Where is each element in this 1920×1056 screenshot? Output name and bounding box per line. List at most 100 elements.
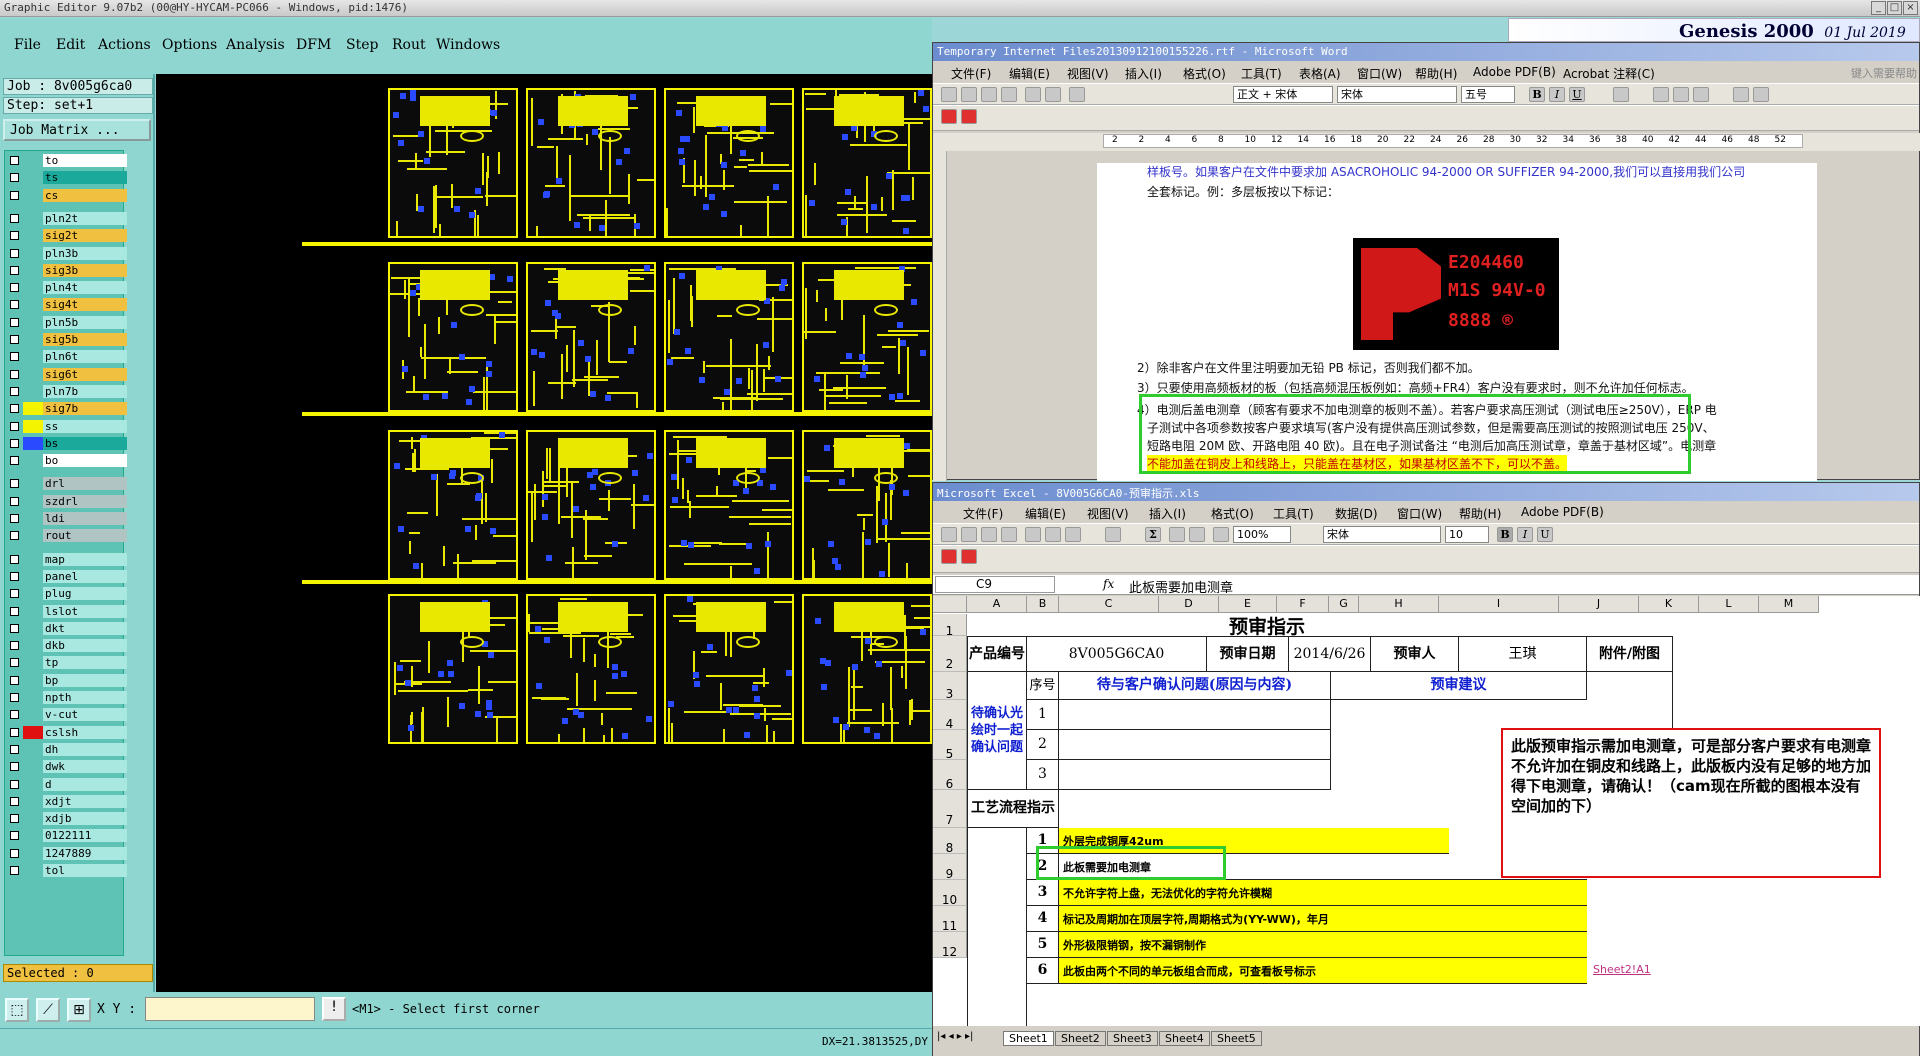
column-header-L[interactable]: L xyxy=(1699,596,1759,613)
layer-row-1247889[interactable]: 1247889 xyxy=(5,846,127,861)
style-combo[interactable]: 正文 + 宋体 xyxy=(1233,86,1333,103)
chart-icon[interactable] xyxy=(1213,527,1229,542)
layer-color-swatch[interactable] xyxy=(23,246,43,260)
align-left-icon[interactable] xyxy=(1653,87,1669,102)
menu-windows[interactable]: Windows xyxy=(436,37,500,53)
layer-checkbox[interactable] xyxy=(10,248,19,258)
excel-menu-file[interactable]: 文件(F) xyxy=(963,505,1003,522)
layer-color-swatch[interactable] xyxy=(23,188,43,202)
layer-color-swatch[interactable] xyxy=(23,777,43,791)
layer-color-swatch[interactable] xyxy=(23,569,43,583)
layer-checkbox[interactable] xyxy=(10,814,19,824)
layer-checkbox[interactable] xyxy=(10,589,19,599)
italic-icon[interactable]: I xyxy=(1517,527,1533,542)
layer-color-swatch[interactable] xyxy=(23,708,43,722)
new-doc-icon[interactable] xyxy=(941,87,957,102)
zoom-combo[interactable]: 100% xyxy=(1233,526,1291,543)
open-icon[interactable] xyxy=(961,87,977,102)
pdf-convert-icon[interactable] xyxy=(941,549,957,564)
new-workbook-icon[interactable] xyxy=(941,527,957,542)
layer-row-ldi[interactable]: ldi xyxy=(5,511,127,526)
layer-color-swatch[interactable] xyxy=(23,384,43,398)
layer-checkbox[interactable] xyxy=(10,623,19,633)
row-header-12[interactable]: 12 xyxy=(933,932,967,959)
size-combo[interactable]: 五号 xyxy=(1461,86,1515,103)
word-menu-tools[interactable]: 工具(T) xyxy=(1241,65,1282,82)
menu-dfm[interactable]: DFM xyxy=(296,37,331,53)
align-center-icon[interactable] xyxy=(1673,87,1689,102)
row-header-5[interactable]: 5 xyxy=(933,730,967,761)
pdf-email-icon[interactable] xyxy=(961,549,977,564)
layer-color-swatch[interactable] xyxy=(23,477,43,491)
tab-sheet4[interactable]: Sheet4 xyxy=(1159,1031,1210,1046)
layer-row-dkb[interactable]: dkb xyxy=(5,638,127,653)
menu-edit[interactable]: Edit xyxy=(56,37,85,53)
layer-checkbox[interactable] xyxy=(10,779,19,789)
layer-checkbox[interactable] xyxy=(10,831,19,841)
formula-input[interactable]: 此板需要加电测章 xyxy=(1129,577,1233,596)
word-menu-file[interactable]: 文件(F) xyxy=(951,65,991,82)
indent-icon[interactable] xyxy=(1753,87,1769,102)
paste-icon[interactable] xyxy=(1045,87,1061,102)
row-header-9[interactable]: 9 xyxy=(933,854,967,881)
excel-menu-insert[interactable]: 插入(I) xyxy=(1149,505,1186,522)
layer-row-pln4t[interactable]: pln4t xyxy=(5,280,127,295)
close-button[interactable]: × xyxy=(1903,1,1918,15)
layer-row-sig7b[interactable]: sig7b xyxy=(5,401,127,416)
tab-nav-arrows[interactable]: |◂ ◂ ▸ ▸| xyxy=(937,1031,973,1042)
highlight-icon[interactable] xyxy=(1613,87,1629,102)
layer-checkbox[interactable] xyxy=(10,796,19,806)
layer-checkbox[interactable] xyxy=(10,727,19,737)
layer-row-sig2t[interactable]: sig2t xyxy=(5,228,127,243)
layer-checkbox[interactable] xyxy=(10,283,19,293)
layer-row-ss[interactable]: ss xyxy=(5,419,127,434)
layer-checkbox[interactable] xyxy=(10,352,19,362)
zoom-box-icon[interactable]: ⬚ xyxy=(5,998,29,1022)
layer-color-swatch[interactable] xyxy=(23,171,43,185)
layer-checkbox[interactable] xyxy=(10,265,19,275)
print-icon[interactable] xyxy=(1001,87,1017,102)
layer-row-sig5b[interactable]: sig5b xyxy=(5,332,127,347)
layer-color-swatch[interactable] xyxy=(23,639,43,653)
excel-font-combo[interactable]: 宋体 xyxy=(1323,526,1441,543)
layer-checkbox[interactable] xyxy=(10,675,19,685)
undo-icon[interactable] xyxy=(1105,527,1121,542)
excel-menu-format[interactable]: 格式(O) xyxy=(1211,505,1254,522)
bold-icon[interactable]: B xyxy=(1529,87,1545,102)
layer-checkbox[interactable] xyxy=(10,693,19,702)
column-header-I[interactable]: I xyxy=(1439,596,1559,613)
list-icon[interactable] xyxy=(1733,87,1749,102)
process-item-3[interactable]: 不允许字符上盘，无法优化的字符允许模糊 xyxy=(1059,880,1587,906)
column-header-G[interactable]: G xyxy=(1329,596,1359,613)
word-menu-view[interactable]: 视图(V) xyxy=(1067,65,1109,82)
layer-color-swatch[interactable] xyxy=(23,673,43,687)
layer-row-d[interactable]: d xyxy=(5,777,127,792)
issue-cell-1[interactable] xyxy=(1059,700,1331,730)
menu-options[interactable]: Options xyxy=(162,37,217,53)
layer-checkbox[interactable] xyxy=(10,231,19,241)
underline-icon[interactable]: U xyxy=(1537,527,1553,542)
layer-checkbox[interactable] xyxy=(10,156,19,165)
excel-menu-adobe-pdf[interactable]: Adobe PDF(B) xyxy=(1521,505,1604,519)
layer-checkbox[interactable] xyxy=(10,300,19,310)
maximize-button[interactable]: □ xyxy=(1887,1,1902,15)
word-menu-help[interactable]: 帮助(H) xyxy=(1415,65,1457,82)
column-header-A[interactable]: A xyxy=(967,596,1027,613)
issue-cell-3[interactable] xyxy=(1059,760,1331,790)
layer-checkbox[interactable] xyxy=(10,848,19,858)
excel-menu-data[interactable]: 数据(D) xyxy=(1335,505,1378,522)
layer-checkbox[interactable] xyxy=(10,479,19,489)
layer-color-swatch[interactable] xyxy=(23,529,43,543)
layer-row-pln2t[interactable]: pln2t xyxy=(5,211,127,226)
excel-menu-help[interactable]: 帮助(H) xyxy=(1459,505,1501,522)
row-header-8[interactable]: 8 xyxy=(933,828,967,855)
layer-row-map[interactable]: map xyxy=(5,552,127,567)
menu-analysis[interactable]: Analysis xyxy=(226,37,285,53)
row-header-7[interactable]: 7 xyxy=(933,790,967,828)
issue-cell-2[interactable] xyxy=(1059,730,1331,760)
seq-1[interactable]: 1 xyxy=(1027,700,1059,730)
open-icon[interactable] xyxy=(961,527,977,542)
layer-row-cslsh[interactable]: cslsh xyxy=(5,725,127,740)
layer-row-szdrl[interactable]: szdrl xyxy=(5,494,127,509)
job-matrix-button[interactable]: Job Matrix ... xyxy=(3,119,151,141)
